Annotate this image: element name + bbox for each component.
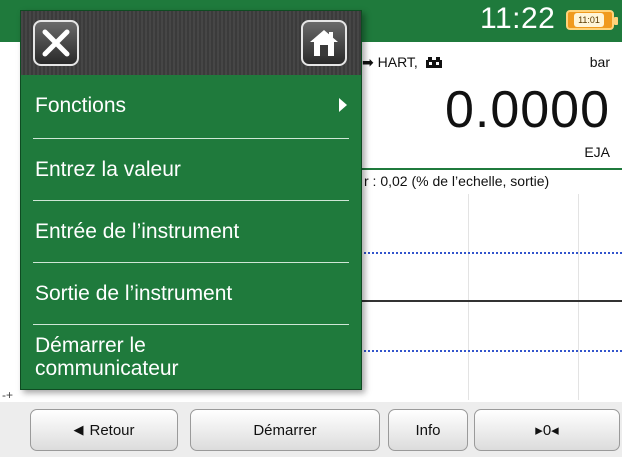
grid-line — [468, 194, 469, 400]
menu-item-label-line2: communicateur — [35, 357, 179, 380]
menu-item-label: Entrée de l’instrument — [35, 220, 240, 243]
arrow-left-icon: ◀ — [73, 422, 84, 437]
protocol-row: ➡ HART, — [362, 54, 442, 71]
divider — [356, 168, 622, 170]
zero-line — [356, 300, 622, 302]
popup-menu: Fonctions Entrez la valeur Entrée de l’i… — [20, 10, 362, 390]
zero-label: ▸0◂ — [535, 422, 559, 439]
grid-line — [578, 194, 579, 400]
back-label: Retour — [89, 421, 135, 439]
back-button[interactable]: ◀ Retour — [30, 409, 178, 451]
close-icon — [42, 29, 70, 57]
battery-icon: 11:01 — [566, 10, 618, 30]
info-label: Info — [415, 421, 441, 439]
calibration-graph — [356, 194, 622, 400]
menu-item-label: Fonctions — [35, 94, 127, 117]
start-button[interactable]: Démarrer — [190, 409, 380, 451]
menu-item-fonctions[interactable]: Fonctions — [21, 75, 361, 137]
close-button[interactable] — [33, 20, 79, 66]
protocol-label: HART, — [377, 54, 418, 70]
upper-limit-line — [356, 252, 622, 254]
battery-time: 11:01 — [574, 13, 604, 27]
menu-item-start-communicator[interactable]: Démarrer le communicateur — [21, 325, 361, 389]
axis-marker: -+ — [2, 388, 14, 402]
menu-header — [21, 11, 361, 75]
submenu-arrow-icon — [339, 98, 347, 112]
menu-item-enter-value[interactable]: Entrez la valeur — [21, 139, 361, 201]
home-button[interactable] — [301, 20, 347, 66]
start-label: Démarrer — [253, 421, 317, 439]
lower-limit-line — [356, 350, 622, 352]
info-button[interactable]: Info — [388, 409, 468, 451]
menu-item-label: Démarrer le communicateur — [35, 334, 179, 380]
transmitter-icon — [425, 57, 442, 68]
unit-label: bar — [589, 54, 610, 70]
button-bar: ◀ Retour Démarrer Info ▸0◂ — [0, 402, 622, 457]
clock: 11:22 — [480, 2, 556, 35]
menu-item-label-line1: Démarrer le — [35, 334, 146, 357]
arrow-right-icon: ➡ — [362, 54, 374, 70]
error-limit-text: r : 0,02 (% de l’echelle, sortie) — [364, 173, 550, 189]
menu-item-label: Entrez la valeur — [35, 158, 181, 181]
menu-item-label: Sortie de l’instrument — [35, 282, 233, 305]
home-icon — [310, 30, 338, 56]
zero-button[interactable]: ▸0◂ — [474, 409, 620, 451]
device-label: EJA — [584, 144, 610, 160]
pressure-reading: 0.0000 — [444, 81, 610, 139]
menu-item-instrument-input[interactable]: Entrée de l’instrument — [21, 201, 361, 263]
menu-item-instrument-output[interactable]: Sortie de l’instrument — [21, 263, 361, 325]
